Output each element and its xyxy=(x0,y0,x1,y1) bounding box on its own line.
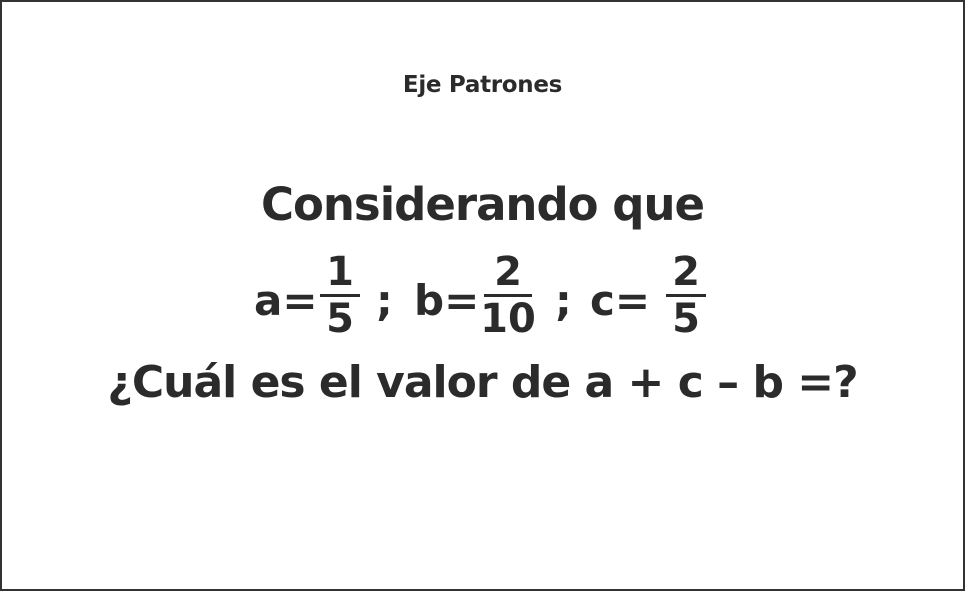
variables-line: a= 1 5 ; b= 2 10 ; c= 2 5 xyxy=(2,252,963,342)
a-denominator: 5 xyxy=(326,296,354,342)
slide-header: Eje Patrones xyxy=(402,72,563,98)
separator-1: ; xyxy=(376,276,393,325)
intro-text: Considerando que xyxy=(260,178,705,231)
question-prompt: ¿Cuál es el valor de a + c – b =? xyxy=(107,357,858,408)
separator-2: ; xyxy=(555,276,572,325)
c-denominator: 5 xyxy=(672,296,700,342)
a-label: a= xyxy=(254,276,318,325)
b-numerator: 2 xyxy=(494,249,522,295)
a-numerator: 1 xyxy=(326,249,354,295)
c-label: c= xyxy=(590,276,651,325)
slide-frame: Eje Patrones Considerando que a= 1 5 ; b… xyxy=(0,0,965,591)
b-label: b= xyxy=(414,276,480,325)
c-fraction: 2 5 xyxy=(662,249,710,342)
c-numerator: 2 xyxy=(672,249,700,295)
b-denominator: 10 xyxy=(480,296,536,342)
a-fraction: 1 5 xyxy=(316,249,364,342)
b-fraction: 2 10 xyxy=(480,249,536,342)
